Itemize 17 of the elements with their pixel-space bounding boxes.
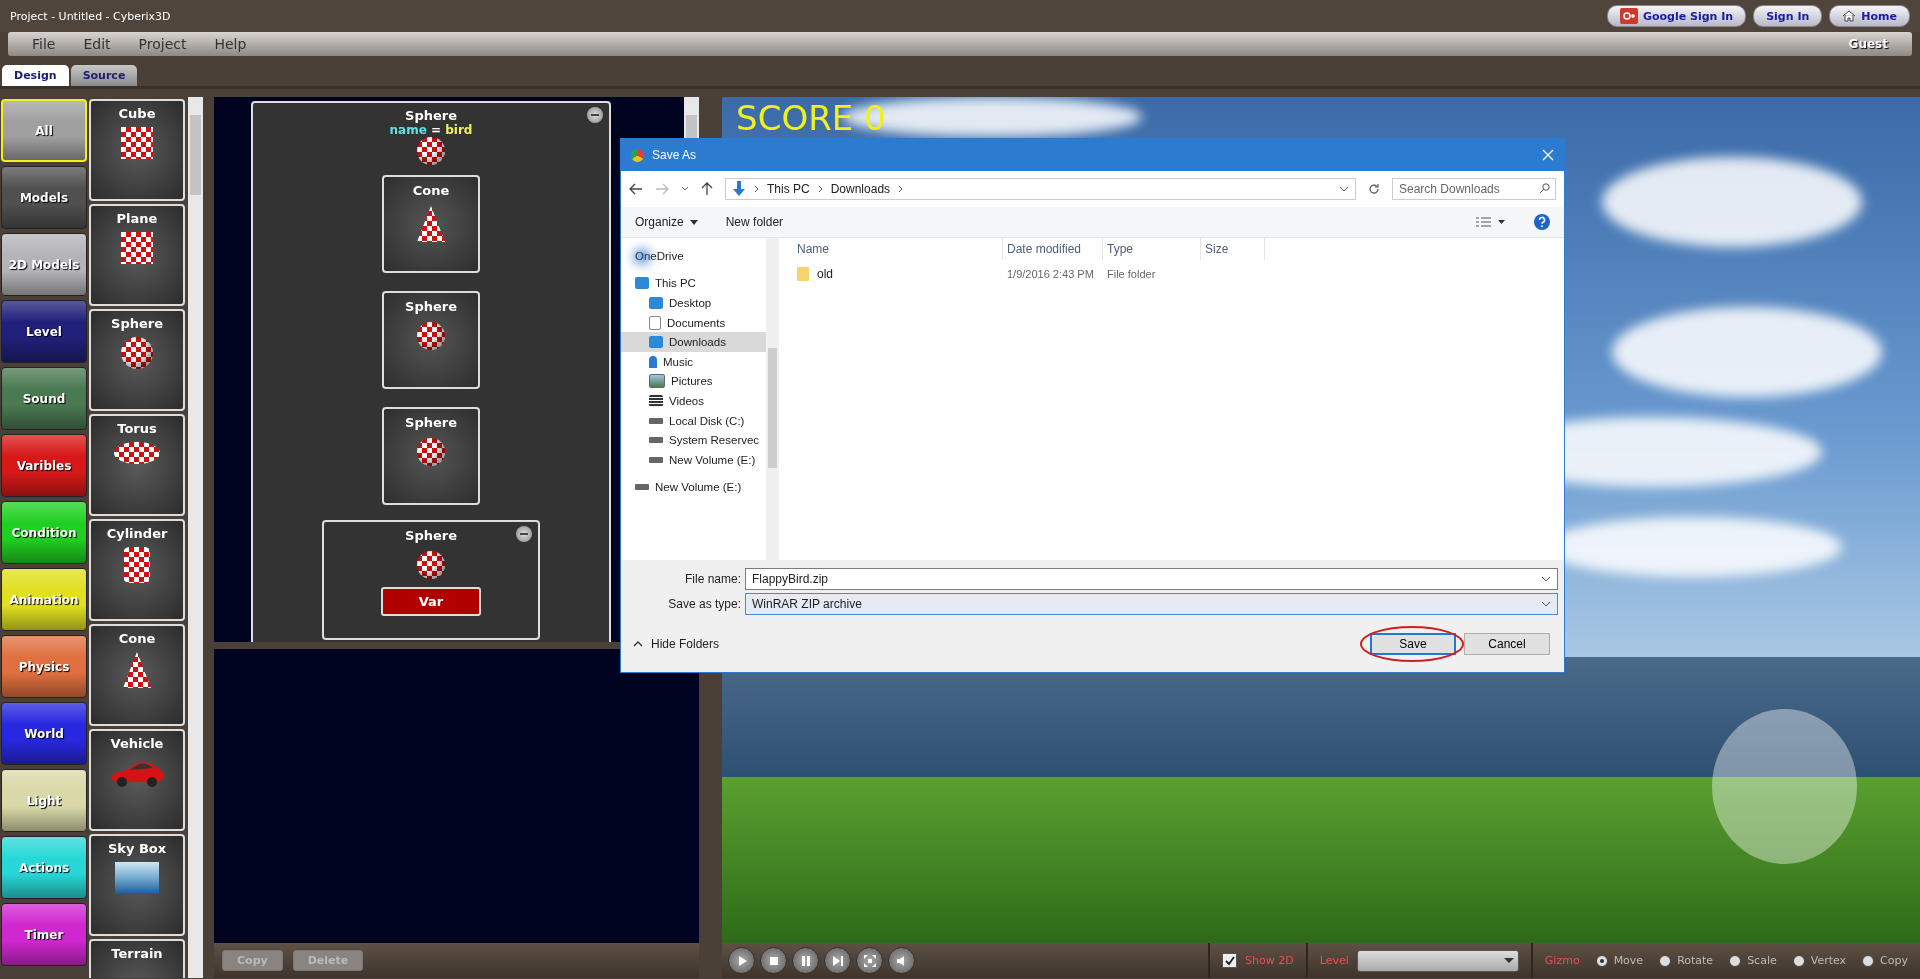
radio-label: Copy	[1880, 954, 1908, 967]
radio-label: Move	[1613, 954, 1644, 967]
window-title: Project - Untitled - Cyberix3D	[10, 9, 172, 23]
property-assignment: name = bird	[389, 123, 473, 137]
checkbox-label: Show 2D	[1245, 954, 1294, 967]
radio-group-label: Gizmo	[1544, 954, 1580, 967]
dropdown-label: Level	[1319, 954, 1349, 967]
field-label: File name:	[683, 572, 741, 586]
date-cell-text: 1/9/2016 2:43 PM	[1006, 267, 1095, 282]
user-name: Guest	[1848, 37, 1888, 51]
radio-label: Rotate	[1677, 954, 1714, 967]
type-cell-text: File folder	[1106, 267, 1157, 282]
dialog-title: Save As	[652, 148, 698, 162]
radio-label: Vertex	[1810, 954, 1847, 967]
field-label: Save as type:	[667, 597, 741, 611]
radio-label: Scale	[1747, 954, 1777, 967]
score-text: SCORE 0	[736, 101, 886, 135]
